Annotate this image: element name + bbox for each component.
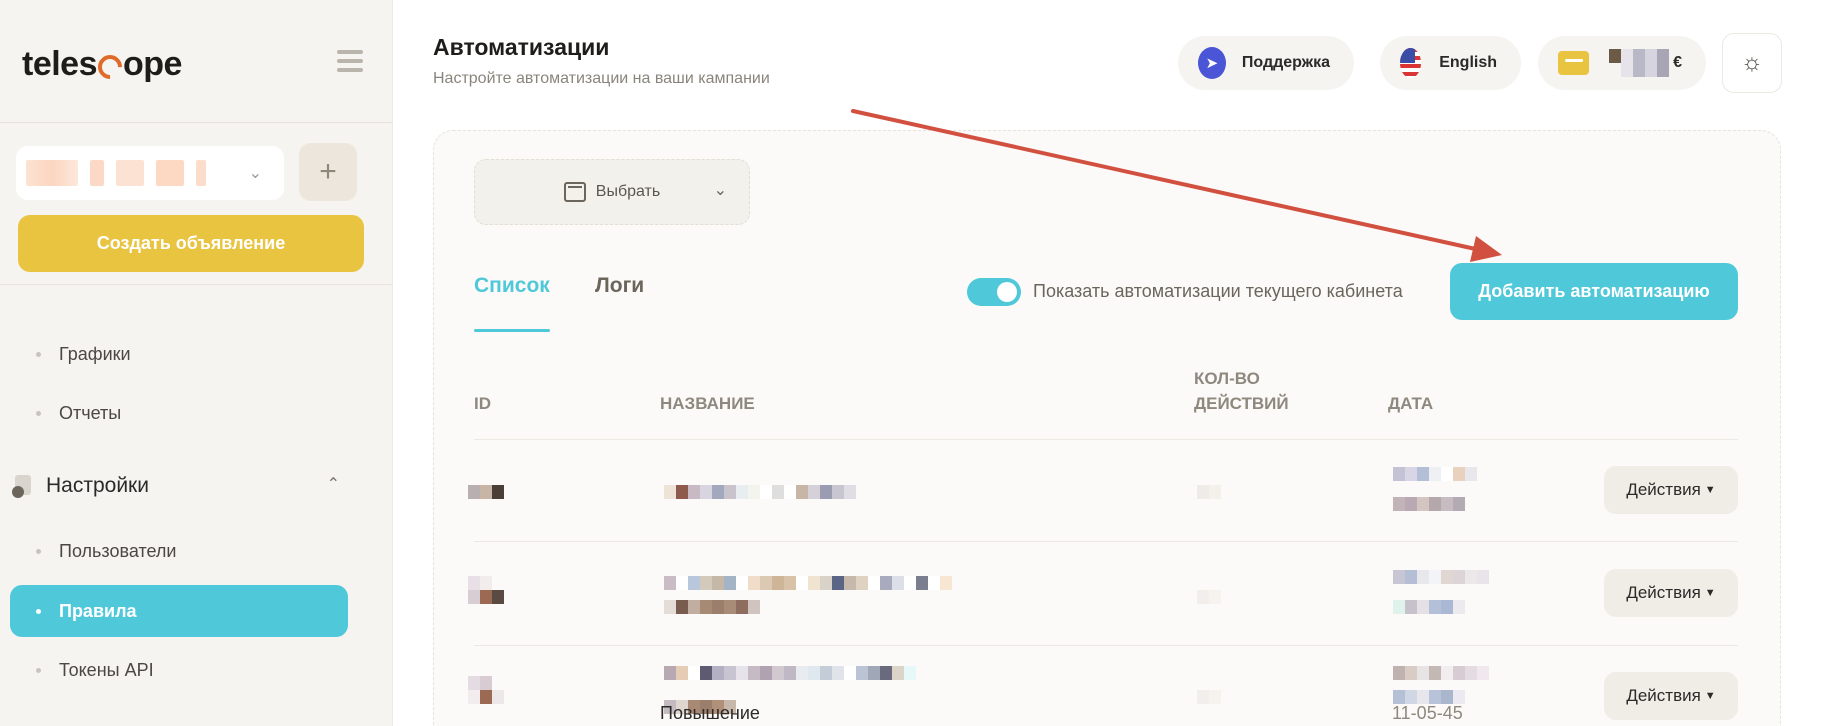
current-account-toggle[interactable]	[967, 278, 1021, 306]
blurred-name	[664, 576, 952, 590]
tab-logs[interactable]: Логи	[595, 274, 644, 298]
logo-text-right: ope	[123, 45, 182, 83]
active-tab-indicator	[474, 329, 550, 332]
sidebar-item-api-tokens[interactable]: Токены API	[10, 644, 348, 696]
account-select[interactable]: ⌄	[16, 146, 284, 200]
blurred-count	[1197, 590, 1221, 604]
blurred-count	[1197, 485, 1221, 499]
blurred-date	[1393, 666, 1489, 680]
us-flag-icon	[1400, 48, 1422, 78]
sidebar-item-label: Токены API	[59, 659, 154, 680]
blurred-name	[664, 485, 856, 499]
sidebar-item-label: Графики	[59, 343, 131, 364]
bullet-icon	[36, 608, 41, 614]
blurred-id	[468, 676, 492, 690]
telescope-logo[interactable]: teles ope	[22, 45, 182, 84]
blurred-time	[1393, 600, 1465, 614]
sidebar-item-label: Правила	[59, 600, 137, 621]
add-automation-button[interactable]: Добавить автоматизацию	[1450, 263, 1738, 320]
support-label: Поддержка	[1241, 54, 1330, 71]
row-actions-button[interactable]: Действия ▼	[1604, 672, 1738, 720]
support-button[interactable]: ➤ Поддержка	[1178, 36, 1354, 90]
chevron-down-icon: ⌄	[713, 182, 727, 199]
blurred-balance	[1609, 49, 1670, 77]
blurred-count	[1197, 690, 1221, 704]
calendar-icon	[563, 182, 586, 202]
sidebar-item-label: Отчеты	[59, 402, 122, 423]
bullet-icon	[36, 351, 41, 357]
language-label: English	[1439, 54, 1497, 71]
row-actions-button[interactable]: Действия ▼	[1604, 569, 1738, 617]
actions-label: Действия	[1626, 480, 1701, 499]
sidebar-item-rules[interactable]: Правила	[10, 585, 348, 637]
partial-date-text: 11-05-45	[1392, 703, 1463, 723]
logo-text-left: teles	[22, 45, 98, 83]
blurred-time	[1393, 497, 1465, 511]
column-header-count: КОЛ-ВО ДЕЙСТВИЙ	[1194, 366, 1289, 416]
theme-toggle-sun-icon[interactable]: ☼	[1722, 33, 1782, 93]
toggle-label: Показать автоматизации текущего кабинета	[1033, 281, 1403, 301]
blurred-date	[1393, 570, 1489, 584]
blurred-time	[1393, 690, 1465, 704]
table-row-divider	[474, 541, 1738, 542]
date-select-label: Выбрать	[595, 183, 661, 200]
caret-down-icon: ▼	[1704, 587, 1716, 599]
bullet-icon	[36, 548, 41, 554]
sidebar-item-reports[interactable]: Отчеты	[10, 387, 348, 439]
column-header-name: НАЗВАНИЕ	[660, 394, 755, 413]
currency-symbol: €	[1673, 54, 1682, 71]
sidebar: teles ope ⌄ + Создать объявление Графики …	[0, 0, 393, 726]
column-header-count-line1: КОЛ-ВО	[1194, 369, 1260, 388]
logo-c-mark-icon	[93, 49, 127, 84]
blurred-account-name	[26, 160, 78, 186]
sidebar-divider	[0, 284, 393, 285]
date-range-select[interactable]: Выбрать ⌄	[474, 159, 750, 225]
blurred-id	[468, 485, 504, 499]
add-account-button[interactable]: +	[299, 143, 357, 201]
create-ad-button[interactable]: Создать объявление	[18, 215, 364, 272]
actions-label: Действия	[1626, 583, 1701, 602]
hamburger-menu-icon[interactable]	[337, 50, 363, 74]
sidebar-section-settings[interactable]: Настройки ⌃	[10, 466, 348, 506]
bullet-icon	[36, 410, 41, 416]
sidebar-item-label: Пользователи	[59, 540, 177, 561]
column-header-date: ДАТА	[1388, 394, 1434, 413]
chevron-down-icon: ⌄	[248, 165, 262, 182]
table-row-divider	[474, 645, 1738, 646]
page-title: Автоматизации	[433, 34, 610, 60]
sidebar-divider	[0, 122, 393, 123]
caret-down-icon: ▼	[1704, 484, 1716, 496]
actions-label: Действия	[1626, 686, 1701, 705]
sidebar-item-users[interactable]: Пользователи	[10, 525, 348, 577]
sidebar-item-charts[interactable]: Графики	[10, 328, 348, 380]
caret-down-icon: ▼	[1704, 690, 1716, 702]
table-row-divider	[474, 439, 1738, 440]
blurred-name	[664, 666, 916, 680]
telegram-icon: ➤	[1198, 47, 1226, 79]
page-subtitle: Настройте автоматизации на ваши кампании	[433, 70, 770, 87]
sidebar-section-label: Настройки	[46, 474, 149, 497]
balance-button[interactable]: €	[1538, 36, 1706, 90]
column-header-count-line2: ДЕЙСТВИЙ	[1194, 394, 1289, 413]
row-actions-button[interactable]: Действия ▼	[1604, 466, 1738, 514]
language-button[interactable]: English	[1380, 36, 1521, 90]
partial-name-text: Повышение	[660, 703, 760, 723]
chevron-up-icon: ⌃	[326, 476, 340, 493]
bullet-icon	[36, 667, 41, 673]
blurred-id	[468, 576, 492, 590]
column-header-id: ID	[474, 394, 491, 413]
settings-section-icon	[12, 474, 36, 498]
blurred-date	[1393, 467, 1477, 481]
tab-list[interactable]: Список	[474, 274, 550, 298]
wallet-icon	[1558, 51, 1590, 75]
